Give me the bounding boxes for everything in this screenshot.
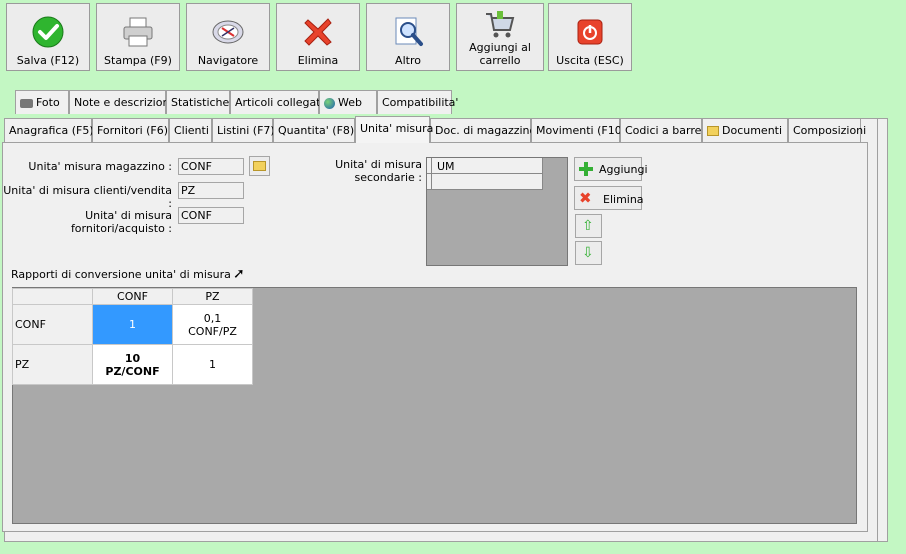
tab-movimenti[interactable]: Movimenti (F10) <box>531 118 626 142</box>
printer-icon <box>123 17 153 47</box>
tab-web[interactable]: Web <box>319 90 377 114</box>
power-icon <box>577 19 603 45</box>
print-label: Stampa (F9) <box>104 54 172 67</box>
close-icon <box>304 18 332 46</box>
globe-icon <box>324 97 335 109</box>
exit-button[interactable]: Uscita (ESC) <box>548 3 632 71</box>
tab-unita-misura[interactable]: Unita' misura <box>355 116 434 143</box>
navigator-label: Navigatore <box>197 54 259 67</box>
tab-foto-label: Foto <box>36 96 60 109</box>
tab-listini-label: Listini (F7) <box>217 124 275 137</box>
checkmark-icon <box>32 16 64 48</box>
tab-codici-barre-label: Codici a barre <box>625 124 702 137</box>
tab-movimenti-label: Movimenti (F10) <box>536 124 627 137</box>
tab-unita-misura-label: Unita' misura <box>360 122 434 135</box>
search-document-icon <box>395 17 423 46</box>
add-to-cart-line2: carrello <box>479 54 521 67</box>
print-button[interactable]: Stampa (F9) <box>96 3 180 71</box>
tab-listini[interactable]: Listini (F7) <box>212 118 275 142</box>
tab-compatibilita[interactable]: Compatibilita' <box>377 90 458 114</box>
tab-foto[interactable]: Foto <box>15 90 69 114</box>
tab-quantita-label: Quantita' (F8) <box>278 124 355 137</box>
add-to-cart-line1: Aggiungi al <box>469 41 531 54</box>
tab-anagrafica[interactable]: Anagrafica (F5) <box>4 118 94 142</box>
tab-documenti[interactable]: Documenti <box>702 118 788 142</box>
add-to-cart-label: Aggiungi al carrello <box>457 41 543 67</box>
camera-icon <box>20 98 33 108</box>
tab-articoli-collegati-label: Articoli collegati <box>235 96 324 109</box>
compass-icon <box>212 20 244 44</box>
tab-fornitori[interactable]: Fornitori (F6) <box>92 118 169 142</box>
tab-clienti-label: Clienti <box>174 124 209 137</box>
tab-note-label: Note e descrizioni <box>74 96 173 109</box>
delete-label: Elimina <box>297 54 339 67</box>
other-label: Altro <box>395 54 421 67</box>
tab-documenti-label: Documenti <box>722 124 783 137</box>
tab-web-label: Web <box>338 96 362 109</box>
cart-icon <box>486 11 515 38</box>
tab-fornitori-label: Fornitori (F6) <box>97 124 169 137</box>
tab-statistiche[interactable]: Statistiche <box>166 90 230 114</box>
add-to-cart-button[interactable]: Aggiungi al carrello <box>456 3 544 71</box>
tab-composizioni-label: Composizioni <box>793 124 867 137</box>
delete-button[interactable]: Elimina <box>276 3 360 71</box>
tab-doc-magazzino-label: Doc. di magazzino <box>435 124 537 137</box>
tab-clienti[interactable]: Clienti <box>169 118 212 142</box>
exit-label: Uscita (ESC) <box>556 54 624 67</box>
folder-icon <box>707 126 719 136</box>
navigator-button[interactable]: Navigatore <box>186 3 270 71</box>
other-button[interactable]: Altro <box>366 3 450 71</box>
save-button[interactable]: Salva (F12) <box>6 3 90 71</box>
tab-doc-magazzino[interactable]: Doc. di magazzino <box>430 118 536 142</box>
tab-statistiche-label: Statistiche <box>171 96 230 109</box>
tab-quantita[interactable]: Quantita' (F8) <box>273 118 355 142</box>
tab-articoli-collegati[interactable]: Articoli collegati <box>230 90 324 114</box>
tab-compatibilita-label: Compatibilita' <box>382 96 459 109</box>
tab-panel-unita-misura <box>2 142 868 532</box>
tab-composizioni[interactable]: Composizioni <box>788 118 866 142</box>
save-label: Salva (F12) <box>16 54 80 67</box>
tab-codici-barre[interactable]: Codici a barre <box>620 118 702 142</box>
tab-note[interactable]: Note e descrizioni <box>69 90 173 114</box>
tab-anagrafica-label: Anagrafica (F5) <box>9 124 94 137</box>
